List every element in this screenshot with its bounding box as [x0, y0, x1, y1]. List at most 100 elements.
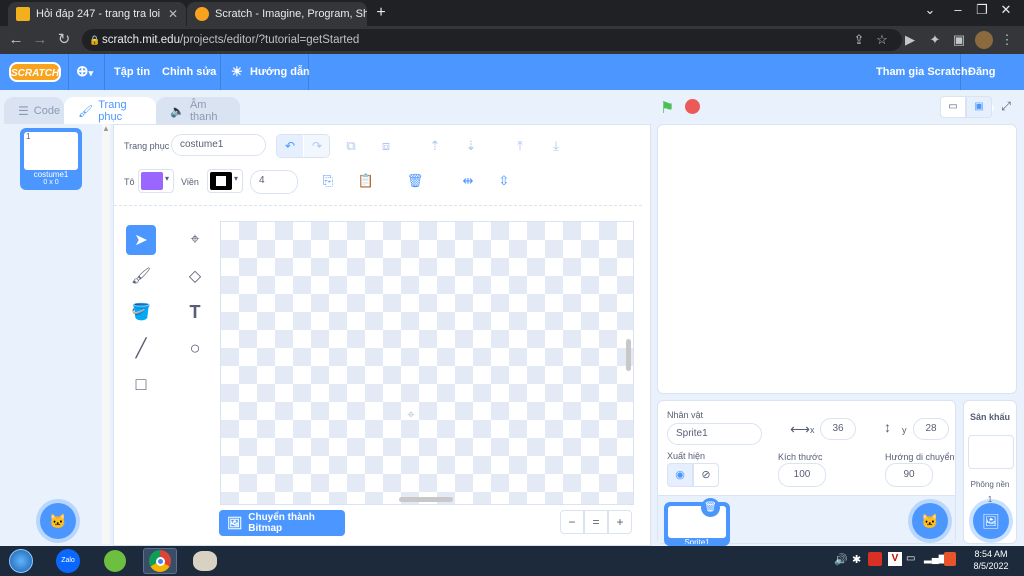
outline-swatch-inner: [216, 176, 226, 186]
x-input[interactable]: 36: [820, 418, 856, 440]
stage-canvas[interactable]: [657, 124, 1017, 394]
undo-icon[interactable]: ↶: [277, 135, 303, 157]
copy-icon[interactable]: ⎘: [319, 172, 337, 190]
taskbar-clock[interactable]: 8:54 AM 8/5/2022: [964, 548, 1018, 572]
outline-color-picker[interactable]: ▾: [207, 169, 243, 193]
delete-trash-icon[interactable]: 🗑: [406, 172, 424, 190]
forward-arrow-icon[interactable]: →: [30, 30, 50, 50]
taskbar-app[interactable]: [98, 548, 132, 574]
group-icon[interactable]: ⧉: [342, 137, 360, 155]
small-stage-icon[interactable]: ▭: [940, 96, 966, 118]
shield-icon[interactable]: [944, 552, 956, 566]
profile-avatar[interactable]: [975, 31, 993, 49]
sidepanel-icon[interactable]: ▣: [950, 31, 968, 49]
brush-tool-icon[interactable]: 🖌: [126, 261, 156, 291]
tab-costumes[interactable]: 🖌 Trang phục: [64, 97, 156, 124]
fill-bucket-tool-icon[interactable]: 🪣: [126, 297, 156, 327]
volume-icon[interactable]: 🔊: [834, 553, 848, 566]
circle-tool-icon[interactable]: ○: [180, 333, 210, 363]
sign-in-link[interactable]: Đăng nhập: [968, 54, 1024, 114]
costume-list-scrollbar[interactable]: ▲: [102, 124, 110, 544]
delete-sprite-icon[interactable]: 🗑: [701, 498, 720, 517]
reshape-tool-icon[interactable]: ⌖: [180, 225, 210, 255]
join-scratch-link[interactable]: Tham gia Scratch: [876, 54, 968, 90]
tutorials-menu[interactable]: Hướng dẫn: [250, 54, 310, 90]
hide-eye-icon[interactable]: ⊘: [693, 463, 719, 487]
text-tool-icon[interactable]: T: [180, 297, 210, 327]
vertical-scrollbar[interactable]: [626, 339, 631, 371]
tab-sounds[interactable]: 🔈 Âm thanh: [156, 97, 240, 124]
language-globe-icon[interactable]: ⊕▾: [76, 54, 93, 90]
tray-app-icon[interactable]: [868, 552, 882, 566]
close-icon[interactable]: ✕: [168, 7, 178, 21]
minimize-button[interactable]: –: [946, 2, 970, 17]
unikey-icon[interactable]: V: [888, 552, 902, 566]
outline-width-input[interactable]: 4: [250, 170, 298, 194]
flip-horizontal-icon[interactable]: ⇹: [459, 172, 477, 190]
choose-backdrop-button[interactable]: 🖼: [973, 503, 1009, 539]
green-flag-icon[interactable]: ⚑: [660, 98, 674, 118]
costume-name-label: Trang phục: [124, 141, 170, 151]
scratch-logo[interactable]: SCRATCH: [9, 62, 61, 82]
convert-to-bitmap-button[interactable]: 🖼 Chuyển thành Bitmap: [219, 510, 345, 536]
chrome-menu-icon[interactable]: ⋮: [998, 31, 1016, 49]
bluetooth-icon[interactable]: ✱: [852, 553, 861, 566]
back-icon[interactable]: ⤓: [547, 137, 565, 155]
fill-swatch: [141, 172, 163, 190]
url-bar[interactable]: 🔒 scratch.mit.edu/projects/editor/?tutor…: [82, 29, 902, 51]
stop-icon[interactable]: [685, 99, 700, 114]
large-stage-icon[interactable]: ▣: [966, 96, 992, 118]
sprite-name-input[interactable]: Sprite1: [667, 423, 762, 445]
taskbar-chrome[interactable]: [143, 548, 177, 574]
bookmark-star-icon[interactable]: ☆: [873, 31, 891, 49]
show-eye-icon[interactable]: ◉: [667, 463, 693, 487]
close-window-button[interactable]: ✕: [994, 2, 1018, 18]
back-arrow-icon[interactable]: ←: [6, 30, 26, 50]
costume-name-input[interactable]: costume1: [171, 134, 266, 156]
forward-icon[interactable]: ⇡: [426, 137, 444, 155]
zoom-out-button[interactable]: −: [560, 510, 584, 534]
tab-search-chevron-icon[interactable]: ⌄: [918, 2, 942, 18]
size-input[interactable]: 100: [778, 463, 826, 487]
direction-input[interactable]: 90: [885, 463, 933, 487]
backward-icon[interactable]: ⇣: [462, 137, 480, 155]
fullscreen-icon[interactable]: ⤢: [996, 96, 1016, 118]
rectangle-tool-icon[interactable]: □: [126, 369, 156, 399]
outline-swatch: [210, 172, 232, 190]
start-button[interactable]: [4, 548, 38, 574]
scroll-up-icon[interactable]: ▲: [102, 124, 110, 133]
paste-icon[interactable]: 📋: [357, 172, 375, 190]
share-icon[interactable]: ⇪: [850, 31, 868, 49]
file-menu[interactable]: Tập tin: [114, 54, 150, 90]
select-tool-icon[interactable]: ➤: [126, 225, 156, 255]
taskbar-paint[interactable]: [188, 548, 222, 574]
eraser-tool-icon[interactable]: ◇: [180, 261, 210, 291]
browser-tab-scratch[interactable]: Scratch - Imagine, Program, Shar ✕: [187, 2, 367, 26]
paint-canvas[interactable]: ⌖: [220, 221, 634, 505]
choose-sprite-button[interactable]: 🐱: [912, 503, 948, 539]
y-input[interactable]: 28: [913, 418, 949, 440]
zoom-reset-button[interactable]: =: [584, 510, 608, 534]
extension-play-icon[interactable]: ▶: [901, 31, 919, 49]
zoom-in-button[interactable]: +: [608, 510, 632, 534]
restore-button[interactable]: ❐: [970, 2, 994, 18]
flip-vertical-icon[interactable]: ⇳: [495, 172, 513, 190]
front-icon[interactable]: ⤒: [511, 137, 529, 155]
sprite-item-selected[interactable]: Sprite1: [664, 502, 730, 546]
extensions-puzzle-icon[interactable]: ✦: [926, 31, 944, 49]
fill-color-picker[interactable]: ▾: [138, 169, 174, 193]
choose-costume-button[interactable]: 🐱: [40, 503, 76, 539]
edit-menu[interactable]: Chỉnh sửa: [162, 54, 216, 90]
address-toolbar: ← → ↻ 🔒 scratch.mit.edu/projects/editor/…: [0, 26, 1024, 54]
costume-item-selected[interactable]: 1 costume1 0 x 0: [20, 128, 82, 190]
line-tool-icon[interactable]: ╱: [126, 333, 156, 363]
new-tab-button[interactable]: +: [372, 4, 390, 22]
reload-icon[interactable]: ↻: [54, 30, 74, 50]
horizontal-scrollbar[interactable]: [399, 497, 453, 502]
monitor-icon[interactable]: ▭: [906, 553, 915, 564]
tab-code[interactable]: ☰ Code: [4, 97, 64, 124]
redo-icon[interactable]: ↷: [304, 135, 329, 157]
taskbar-zalo[interactable]: Zalo: [51, 548, 85, 574]
ungroup-icon[interactable]: ⧈: [377, 137, 395, 155]
browser-tab-hoidap[interactable]: Hỏi đáp 247 - trang tra loi ✕: [8, 2, 186, 26]
